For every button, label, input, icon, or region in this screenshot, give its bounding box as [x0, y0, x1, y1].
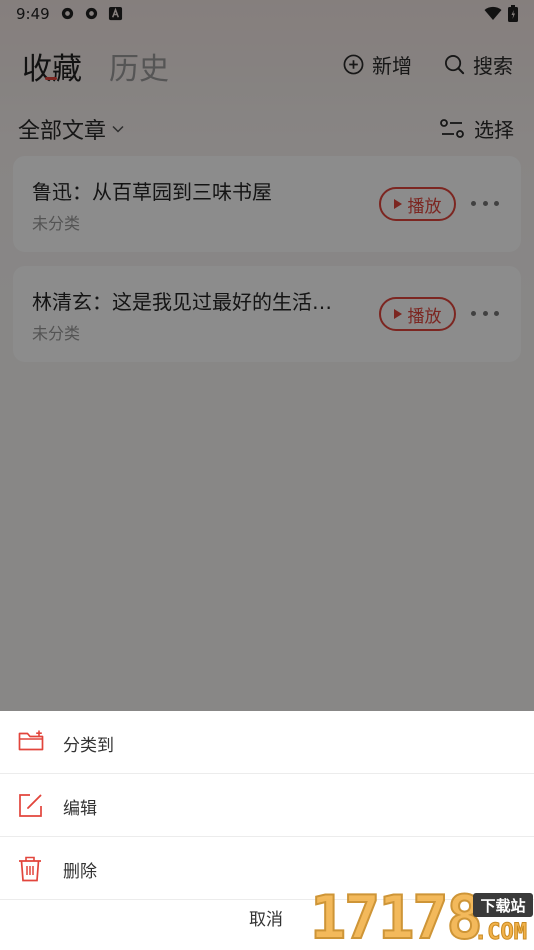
- edit-icon: [19, 794, 42, 817]
- move-to-category-option[interactable]: 分类到: [0, 711, 534, 774]
- site-watermark: 17178 下载站 .COM: [309, 883, 534, 950]
- trash-icon: [19, 856, 41, 882]
- sheet-item-label: 编辑: [63, 799, 97, 819]
- edit-option[interactable]: 编辑: [0, 774, 534, 837]
- watermark-domain: .COM: [474, 920, 528, 946]
- sheet-item-label: 删除: [63, 862, 97, 882]
- watermark-badge: 下载站: [473, 893, 533, 917]
- sheet-item-label: 分类到: [63, 736, 114, 756]
- watermark-number: 17178: [309, 883, 484, 950]
- cancel-label: 取消: [249, 910, 283, 930]
- folder-add-icon: [18, 730, 44, 751]
